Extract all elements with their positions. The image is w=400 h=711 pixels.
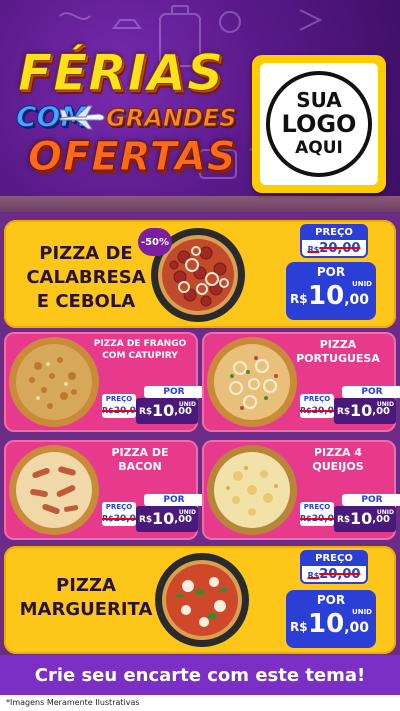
logo-placeholder: SUA LOGO AQUI xyxy=(252,55,386,193)
discount-badge: -50% xyxy=(138,228,172,256)
product-card-portuguesa[interactable]: PIZZA PORTUGUESA POR PREÇO R$20,00 R$ 10… xyxy=(202,332,400,432)
pizza-portuguesa-image xyxy=(206,336,298,428)
old-price-label: PREÇO xyxy=(302,552,366,566)
product-card-frango[interactable]: PIZZA DE FRANGO COM CATUPIRY POR PREÇO R… xyxy=(4,332,204,432)
old-price-box: PREÇO R$20,00 xyxy=(300,394,341,418)
header-shelf xyxy=(0,196,400,212)
new-price-box: POR R$ 10,00 UNID xyxy=(286,590,376,648)
pizza-marguerita-image xyxy=(154,552,250,648)
disclaimer-text: *Imagens Meramente Ilustrativas xyxy=(0,695,400,711)
product-card-marguerita[interactable]: PIZZA MARGUERITA PREÇO R$20,00 POR R$ 10… xyxy=(4,546,396,654)
logo-text-line1: SUA xyxy=(296,88,342,112)
new-price-box: R$ 10,00 UNID xyxy=(334,506,396,532)
old-price-value: R$20,00 xyxy=(307,241,361,256)
headline-ofertas: OFERTAS xyxy=(28,134,237,180)
new-price-label: POR xyxy=(342,386,400,398)
product-name: PIZZA 4 QUEIJOS xyxy=(312,446,364,473)
currency-symbol: R$ xyxy=(290,292,308,306)
old-price-label: PREÇO xyxy=(302,226,366,240)
unit-label: UNID xyxy=(352,280,372,288)
product-name: PIZZA PORTUGUESA xyxy=(296,338,380,365)
old-price-box: PREÇO R$20,00 xyxy=(300,502,341,526)
old-price-value: R$20,00 xyxy=(307,567,361,582)
old-price-box: PREÇO R$20,00 xyxy=(102,394,143,418)
old-price-box: PREÇO R$20,00 xyxy=(300,550,368,584)
cta-banner[interactable]: Crie seu encarte com este tema! xyxy=(0,655,400,695)
unit-label: UNID xyxy=(352,608,372,616)
new-price-label: POR xyxy=(316,593,346,607)
headline-ferias: FÉRIAS xyxy=(18,44,225,102)
pizza-4-queijos-image xyxy=(206,444,298,536)
logo-text-line3: AQUI xyxy=(295,138,343,158)
new-price-label: POR xyxy=(144,494,204,506)
old-price-box: PREÇO R$20,00 xyxy=(300,224,368,258)
currency-symbol: R$ xyxy=(290,620,308,634)
old-price-box: PREÇO R$20,00 xyxy=(102,502,143,526)
logo-text-line2: LOGO xyxy=(281,110,357,138)
pizza-bacon-image xyxy=(8,444,100,536)
product-name: PIZZA DE CALABRESA E CEBOLA xyxy=(26,243,146,312)
pizza-frango-image xyxy=(8,336,100,428)
new-price-box: R$ 10,00 UNID xyxy=(136,506,198,532)
new-price-box: POR R$ 10,00 UNID xyxy=(286,262,376,320)
new-price-label: POR xyxy=(342,494,400,506)
product-card-calabresa[interactable]: PIZZA DE CALABRESA E CEBOLA -50% PREÇO R… xyxy=(4,220,396,328)
product-name: PIZZA MARGUERITA xyxy=(19,575,153,620)
product-card-bacon[interactable]: PIZZA DE BACON POR PREÇO R$20,00 R$ 10,0… xyxy=(4,440,204,540)
new-price-label: POR xyxy=(316,265,346,279)
new-price-box: R$ 10,00 UNID xyxy=(136,398,198,424)
airplane-icon xyxy=(59,105,105,130)
product-name: PIZZA DE BACON xyxy=(111,446,169,473)
product-card-4-queijos[interactable]: PIZZA 4 QUEIJOS POR PREÇO R$20,00 R$ 10,… xyxy=(202,440,400,540)
product-name: PIZZA DE FRANGO COM CATUPIRY xyxy=(93,339,187,361)
headline-grandes: GRANDES xyxy=(105,104,237,133)
header-banner: FÉRIAS COM GRANDES OFERTAS SUA LOGO AQUI xyxy=(0,0,400,212)
headline: FÉRIAS COM GRANDES OFERTAS xyxy=(6,44,246,180)
new-price-label: POR xyxy=(144,386,204,398)
new-price-box: R$ 10,00 UNID xyxy=(334,398,396,424)
